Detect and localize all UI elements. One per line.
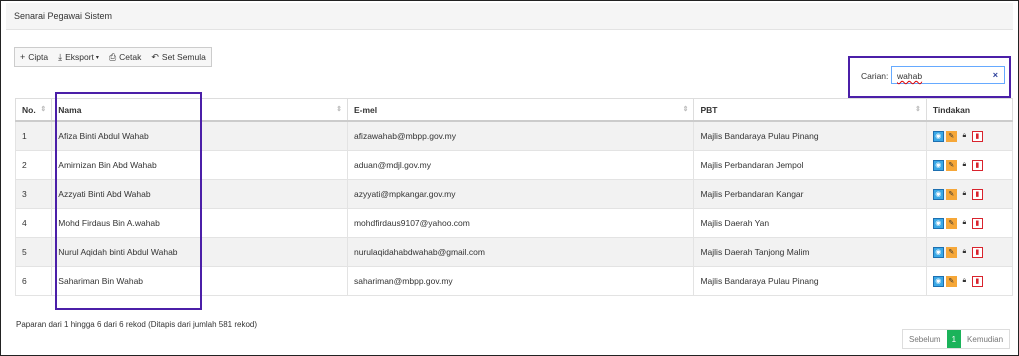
table-row: 5 Nurul Aqidah binti Abdul Wahab nurulaq… bbox=[14, 237, 1014, 267]
table-row: 6 Sahariman Bin Wahab sahariman@mbpp.gov… bbox=[14, 266, 1014, 296]
table-row: 4 Mohd Firdaus Bin A.wahab mohdfirdaus91… bbox=[14, 208, 1014, 238]
table-header-row: No. ⇕ Nama ⇕ E-mel ⇕ PBT ⇕ Tindakan bbox=[14, 98, 1014, 122]
trash-icon[interactable]: ▮ bbox=[971, 159, 983, 171]
reset-label: Set Semula bbox=[161, 52, 206, 62]
cell-email: aduan@mdjl.gov.my bbox=[346, 150, 695, 180]
cell-nama: Nurul Aqidah binti Abdul Wahab bbox=[51, 237, 348, 267]
caret-down-icon: ▾ bbox=[95, 54, 99, 61]
cell-no: 4 bbox=[14, 208, 53, 238]
pagination-prev[interactable]: Sebelum bbox=[903, 330, 947, 348]
cell-pbt: Majlis Bandaraya Pulau Pinang bbox=[693, 266, 927, 296]
cell-nama: Sahariman Bin Wahab bbox=[51, 266, 348, 296]
pagination-page-current[interactable]: 1 bbox=[946, 330, 962, 348]
eye-icon[interactable]: ◉ bbox=[932, 275, 944, 287]
undo-icon: ↶ bbox=[151, 51, 159, 62]
pencil-icon[interactable]: ✎ bbox=[945, 217, 957, 229]
search-input[interactable]: wahab × bbox=[891, 66, 1005, 84]
header-actions: Tindakan bbox=[925, 98, 1014, 122]
cell-pbt: Majlis Daerah Tanjong Malim bbox=[693, 237, 927, 267]
cell-actions: ◉ ✎ 🔒︎ ▮ bbox=[925, 208, 1014, 238]
create-button[interactable]: + Cipta bbox=[15, 48, 53, 66]
header-nama[interactable]: Nama ⇕ bbox=[51, 98, 348, 122]
lock-icon[interactable]: 🔒︎ bbox=[959, 276, 970, 287]
print-button[interactable]: ⎙ Cetak bbox=[104, 48, 146, 66]
table-row: 2 Amirnizan Bin Abd Wahab aduan@mdjl.gov… bbox=[14, 150, 1014, 180]
cell-actions: ◉ ✎ 🔒︎ ▮ bbox=[925, 120, 1014, 151]
trash-icon[interactable]: ▮ bbox=[971, 275, 983, 287]
eye-icon[interactable]: ◉ bbox=[932, 159, 944, 171]
eye-icon[interactable]: ◉ bbox=[932, 130, 944, 142]
trash-icon[interactable]: ▮ bbox=[971, 217, 983, 229]
cell-nama: Amirnizan Bin Abd Wahab bbox=[51, 150, 348, 180]
cell-pbt: Majlis Perbandaran Kangar bbox=[693, 179, 927, 209]
pencil-icon[interactable]: ✎ bbox=[945, 188, 957, 200]
trash-icon[interactable]: ▮ bbox=[971, 246, 983, 258]
sort-icon: ⇕ bbox=[336, 106, 342, 113]
clear-icon[interactable]: × bbox=[993, 70, 998, 80]
lock-icon[interactable]: 🔒︎ bbox=[959, 131, 970, 142]
print-label: Cetak bbox=[119, 52, 142, 62]
header-email[interactable]: E-mel ⇕ bbox=[346, 98, 695, 122]
cell-email: afizawahab@mbpp.gov.my bbox=[346, 120, 695, 151]
pagination: Sebelum 1 Kemudian bbox=[902, 329, 1011, 349]
search-label: Carian: bbox=[861, 71, 889, 81]
sort-icon: ⇕ bbox=[914, 106, 921, 113]
download-icon: ⤓ bbox=[58, 51, 63, 62]
cell-email: nurulaqidahabdwahab@gmail.com bbox=[346, 237, 695, 267]
lock-icon[interactable]: 🔒︎ bbox=[959, 247, 970, 258]
cell-no: 6 bbox=[14, 266, 53, 296]
trash-icon[interactable]: ▮ bbox=[971, 130, 983, 142]
cell-nama: Mohd Firdaus Bin A.wahab bbox=[51, 208, 348, 238]
sort-icon: ⇕ bbox=[682, 106, 689, 113]
cell-actions: ◉ ✎ 🔒︎ ▮ bbox=[925, 179, 1014, 209]
table-row: 3 Azzyati Binti Abd Wahab azyyati@mpkang… bbox=[14, 179, 1014, 209]
print-icon: ⎙ bbox=[108, 51, 117, 62]
create-label: Cipta bbox=[28, 52, 49, 62]
eye-icon[interactable]: ◉ bbox=[932, 246, 944, 258]
cell-email: mohdfirdaus9107@yahoo.com bbox=[346, 208, 695, 238]
toolbar: + Cipta ⤓ Eksport ▾ ⎙ Cetak ↶ Set Semula bbox=[14, 47, 212, 67]
cell-pbt: Majlis Bandaraya Pulau Pinang bbox=[693, 120, 927, 151]
search-value: wahab bbox=[897, 71, 923, 81]
cell-no: 2 bbox=[14, 150, 53, 180]
pencil-icon[interactable]: ✎ bbox=[945, 275, 957, 287]
eye-icon[interactable]: ◉ bbox=[932, 217, 944, 229]
export-label: Eksport bbox=[65, 52, 94, 62]
lock-icon[interactable]: 🔒︎ bbox=[959, 218, 970, 229]
cell-actions: ◉ ✎ 🔒︎ ▮ bbox=[925, 237, 1014, 267]
pencil-icon[interactable]: ✎ bbox=[945, 130, 957, 142]
cell-nama: Azzyati Binti Abd Wahab bbox=[51, 179, 348, 209]
header-no[interactable]: No. ⇕ bbox=[14, 98, 53, 122]
cell-no: 3 bbox=[14, 179, 53, 209]
officers-table: No. ⇕ Nama ⇕ E-mel ⇕ PBT ⇕ Tindakan 1 Afiza … bbox=[14, 98, 1014, 296]
cell-actions: ◉ ✎ 🔒︎ ▮ bbox=[925, 266, 1014, 296]
cell-nama: Afiza Binti Abdul Wahab bbox=[51, 120, 348, 151]
cell-no: 1 bbox=[14, 120, 53, 151]
header-pbt[interactable]: PBT ⇕ bbox=[693, 98, 927, 122]
pencil-icon[interactable]: ✎ bbox=[945, 159, 957, 171]
cell-email: azyyati@mpkangar.gov.my bbox=[346, 179, 695, 209]
cell-pbt: Majlis Perbandaran Jempol bbox=[693, 150, 927, 180]
cell-email: sahariman@mbpp.gov.my bbox=[346, 266, 695, 296]
table-info: Paparan dari 1 hingga 6 dari 6 rekod (Di… bbox=[16, 320, 258, 329]
export-button[interactable]: ⤓ Eksport ▾ bbox=[53, 48, 104, 66]
eye-icon[interactable]: ◉ bbox=[932, 188, 944, 200]
panel-title: Senarai Pegawai Sistem bbox=[14, 11, 113, 21]
pencil-icon[interactable]: ✎ bbox=[945, 246, 957, 258]
plus-icon: + bbox=[20, 52, 26, 62]
table-row: 1 Afiza Binti Abdul Wahab afizawahab@mbp… bbox=[14, 120, 1014, 151]
pagination-next[interactable]: Kemudian bbox=[961, 330, 1009, 348]
cell-no: 5 bbox=[14, 237, 53, 267]
panel-header: Senarai Pegawai Sistem bbox=[6, 3, 1013, 30]
cell-actions: ◉ ✎ 🔒︎ ▮ bbox=[925, 150, 1014, 180]
cell-pbt: Majlis Daerah Yan bbox=[693, 208, 927, 238]
trash-icon[interactable]: ▮ bbox=[971, 188, 983, 200]
lock-icon[interactable]: 🔒︎ bbox=[959, 160, 970, 171]
reset-button[interactable]: ↶ Set Semula bbox=[146, 48, 211, 66]
lock-icon[interactable]: 🔒︎ bbox=[959, 189, 970, 200]
sort-icon: ⇕ bbox=[40, 106, 47, 113]
